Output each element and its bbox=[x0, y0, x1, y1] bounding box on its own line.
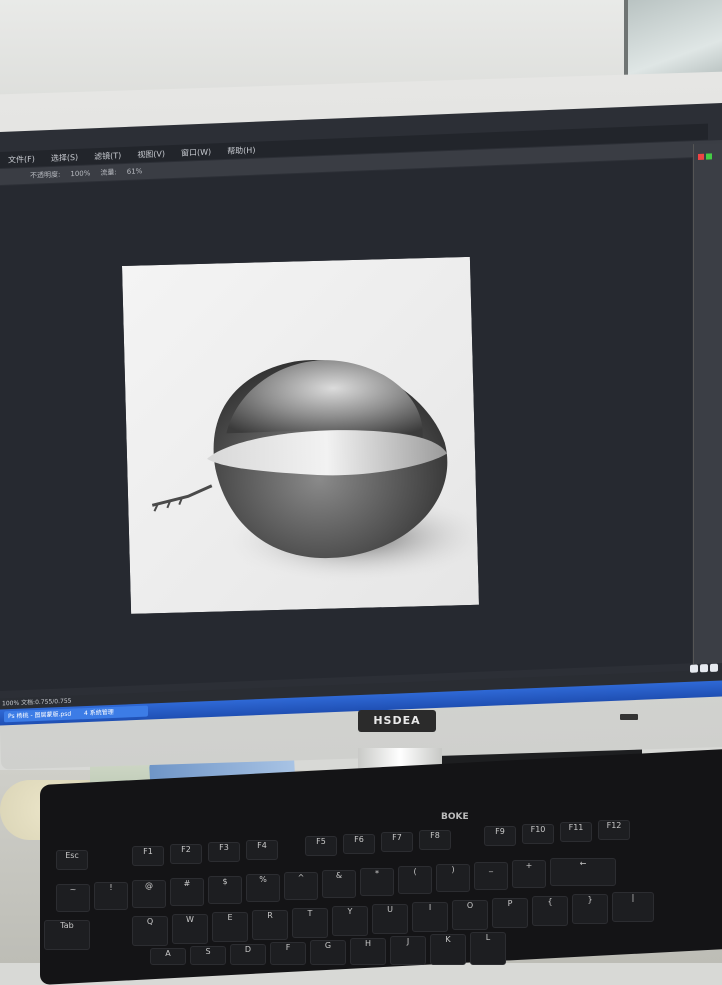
key-d[interactable]: D bbox=[230, 944, 266, 965]
key-f3[interactable]: F3 bbox=[208, 842, 240, 862]
power-led-icon[interactable] bbox=[620, 714, 638, 720]
key-t[interactable]: T bbox=[292, 908, 328, 938]
keyboard-brand: BOKE bbox=[441, 812, 469, 822]
flow-label: 流量: bbox=[100, 168, 117, 177]
key-f5[interactable]: F5 bbox=[305, 836, 337, 856]
key-j[interactable]: J bbox=[390, 936, 426, 965]
key-f7[interactable]: F7 bbox=[381, 832, 413, 852]
key-esc[interactable]: Esc bbox=[56, 850, 88, 870]
key-y[interactable]: Y bbox=[332, 906, 368, 936]
key-q[interactable]: Q bbox=[132, 916, 168, 946]
key-a[interactable]: A bbox=[150, 948, 186, 965]
menu-view[interactable]: 视图(V) bbox=[137, 148, 165, 160]
key-e[interactable]: E bbox=[212, 912, 248, 942]
menu-window[interactable]: 窗口(W) bbox=[181, 146, 211, 158]
key-f8[interactable]: F8 bbox=[419, 830, 451, 850]
key-2[interactable]: @ bbox=[132, 880, 166, 908]
key-p[interactable]: P bbox=[492, 898, 528, 928]
key-4[interactable]: $ bbox=[208, 876, 242, 904]
key-f2[interactable]: F2 bbox=[170, 844, 202, 864]
key-3[interactable]: # bbox=[170, 878, 204, 906]
system-tray bbox=[690, 663, 718, 675]
key-f1[interactable]: F1 bbox=[132, 846, 164, 866]
key-s[interactable]: S bbox=[190, 946, 226, 965]
key-f[interactable]: F bbox=[270, 942, 306, 965]
key-minus[interactable]: _ bbox=[474, 862, 508, 890]
tray-ime-icon[interactable] bbox=[690, 664, 698, 673]
key-f4[interactable]: F4 bbox=[246, 840, 278, 860]
flow-value[interactable]: 61% bbox=[127, 167, 143, 176]
zoom-status: 100% 文档:0.755/0.755 bbox=[2, 697, 72, 708]
key-5[interactable]: % bbox=[246, 874, 280, 902]
menu-select[interactable]: 选择(S) bbox=[51, 151, 78, 163]
key-w[interactable]: W bbox=[172, 914, 208, 944]
key-f10[interactable]: F10 bbox=[522, 824, 554, 844]
key-f9[interactable]: F9 bbox=[484, 826, 516, 846]
key-o[interactable]: O bbox=[452, 900, 488, 930]
right-panel bbox=[693, 143, 722, 665]
key-tilde[interactable]: ~ bbox=[56, 884, 90, 912]
key-f11[interactable]: F11 bbox=[560, 822, 592, 842]
key-1[interactable]: ! bbox=[94, 882, 128, 910]
key-u[interactable]: U bbox=[372, 904, 408, 934]
task-photoshop[interactable]: Ps 杨桃 - 图层蒙版.psd bbox=[4, 708, 82, 723]
key-0[interactable]: ) bbox=[436, 864, 470, 892]
key-lbrace[interactable]: { bbox=[532, 896, 568, 926]
starfruit-sketch bbox=[122, 256, 479, 614]
key-f6[interactable]: F6 bbox=[343, 834, 375, 854]
key-pipe[interactable]: | bbox=[612, 892, 654, 922]
monitor-brand: HSDEA bbox=[358, 710, 436, 732]
task-explorer[interactable]: 4 系统管理 bbox=[80, 705, 148, 720]
key-8[interactable]: * bbox=[360, 868, 394, 896]
key-r[interactable]: R bbox=[252, 910, 288, 940]
tray-volume-icon[interactable] bbox=[710, 663, 718, 672]
key-k[interactable]: K bbox=[430, 934, 466, 965]
opacity-label: 不透明度: bbox=[30, 170, 61, 180]
key-h[interactable]: H bbox=[350, 938, 386, 965]
key-backspace[interactable]: ← bbox=[550, 858, 616, 886]
background-swatch-icon[interactable] bbox=[706, 153, 712, 160]
opacity-value[interactable]: 100% bbox=[70, 169, 90, 178]
menu-filter[interactable]: 滤镜(T) bbox=[94, 150, 121, 162]
key-f12[interactable]: F12 bbox=[598, 820, 630, 840]
canvas-artwork bbox=[122, 256, 479, 614]
key-l[interactable]: L bbox=[470, 932, 506, 965]
key-tab[interactable]: Tab bbox=[44, 920, 90, 950]
tray-network-icon[interactable] bbox=[700, 664, 708, 673]
foreground-swatch-icon[interactable] bbox=[698, 153, 704, 160]
key-6[interactable]: ^ bbox=[284, 872, 318, 900]
key-rbrace[interactable]: } bbox=[572, 894, 608, 924]
menu-file[interactable]: 文件(F) bbox=[8, 153, 35, 165]
key-7[interactable]: & bbox=[322, 870, 356, 898]
key-plus[interactable]: + bbox=[512, 860, 546, 888]
menu-help[interactable]: 帮助(H) bbox=[227, 144, 255, 156]
key-9[interactable]: ( bbox=[398, 866, 432, 894]
key-g[interactable]: G bbox=[310, 940, 346, 965]
key-i[interactable]: I bbox=[412, 902, 448, 932]
